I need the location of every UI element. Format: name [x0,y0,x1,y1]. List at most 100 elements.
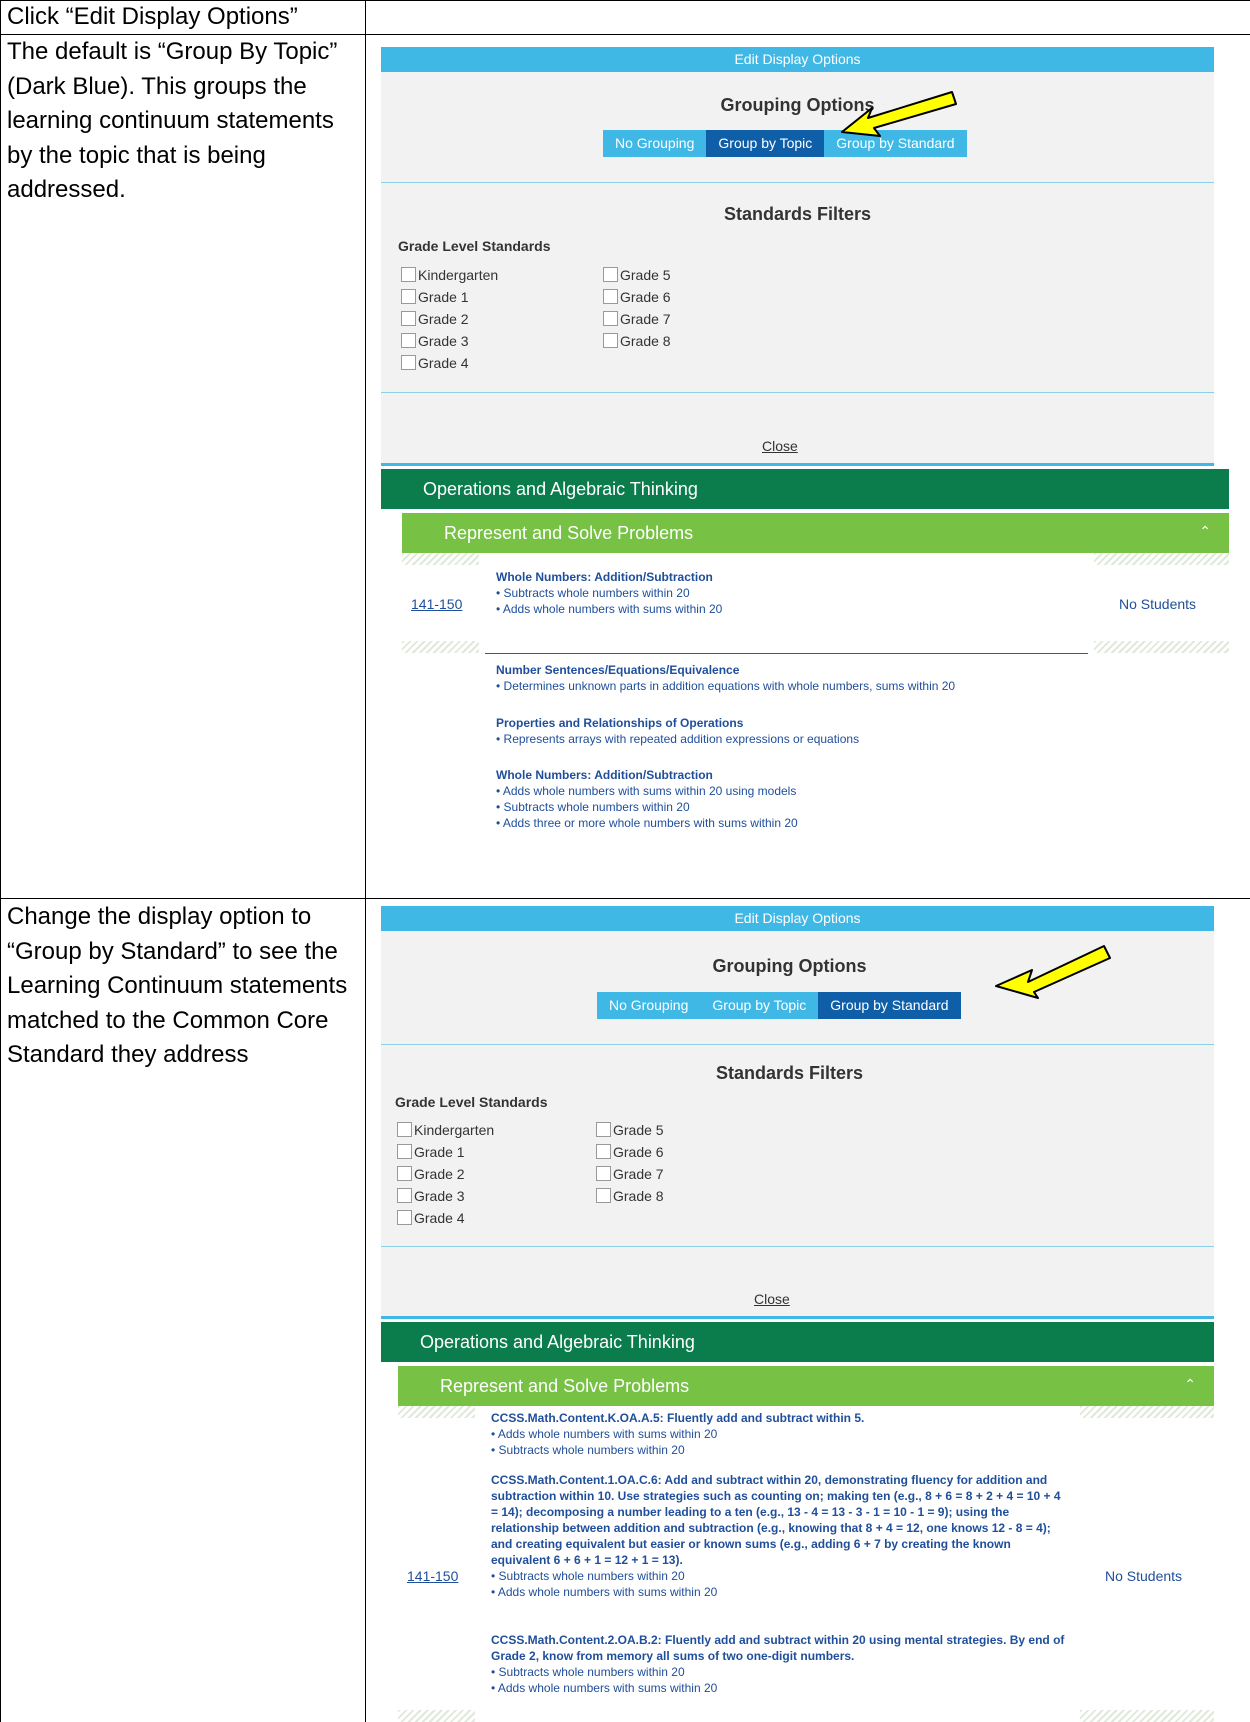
standard-block: CCSS.Math.Content.2.OA.B.2: Fluently add… [491,1632,1066,1696]
chevron-up-icon[interactable]: ⌃ [1199,523,1211,540]
divider [381,1246,1214,1247]
panel-title: Edit Display Options [381,906,1214,931]
no-students-label: No Students [1105,1568,1183,1584]
checkbox-grade-3[interactable]: Grade 3 [397,1186,465,1206]
hatch-decoration [1094,553,1229,565]
statement-item: • Subtracts whole numbers within 20 [491,1443,685,1457]
checkbox-grade-2[interactable]: Grade 2 [401,309,469,329]
divider [381,182,1214,183]
grade-level-label: Grade Level Standards [398,238,551,254]
topic-heading: Properties and Relationships of Operatio… [496,716,744,730]
grouping-no-grouping[interactable]: No Grouping [597,992,701,1019]
standard-block: CCSS.Math.Content.K.OA.A.5: Fluently add… [491,1410,1066,1458]
topic-block: Whole Numbers: Addition/Subtraction • Su… [496,569,722,617]
checkbox-grade-6[interactable]: Grade 6 [596,1142,664,1162]
standard-heading: CCSS.Math.Content.K.OA.A.5: Fluently add… [491,1411,865,1425]
checkbox-kindergarten[interactable]: Kindergarten [401,265,498,285]
checkbox-grade-5[interactable]: Grade 5 [596,1120,664,1140]
standard-heading: CCSS.Math.Content.1.OA.C.6: Add and subt… [491,1473,1061,1567]
checkbox-grade-8[interactable]: Grade 8 [603,331,671,351]
statement-item: • Subtracts whole numbers within 20 [491,1665,685,1679]
hatch-decoration [1080,1710,1214,1722]
domain-bar-label: Operations and Algebraic Thinking [420,1332,695,1352]
no-students-label: No Students [1119,596,1197,612]
statement-item: • Adds three or more whole numbers with … [496,816,798,830]
topic-heading: Number Sentences/Equations/Equivalence [496,663,740,677]
statement-item: • Represents arrays with repeated additi… [496,732,860,746]
statement-item: • Subtracts whole numbers within 20 [496,800,690,814]
table-row-divider [0,898,1250,899]
panel-bottom-border [381,463,1214,466]
standards-filters-title: Standards Filters [715,1063,864,1083]
hatch-decoration [1080,1406,1214,1418]
domain-bar[interactable]: Operations and Algebraic Thinking [381,1322,1214,1362]
domain-bar-label: Operations and Algebraic Thinking [423,479,698,499]
document-table: Click “Edit Display Options” The default… [0,0,1250,1722]
doc-header-text: Click “Edit Display Options” [7,3,298,30]
cluster-bar-label: Represent and Solve Problems [444,523,694,543]
statement-item: • Adds whole numbers with sums within 20 [491,1427,718,1441]
close-link[interactable]: Close [762,438,798,454]
cluster-bar-label: Represent and Solve Problems [440,1376,690,1396]
grouping-by-topic[interactable]: Group by Topic [706,130,825,157]
topic-block: Properties and Relationships of Operatio… [496,715,859,747]
hatch-decoration [398,1406,475,1418]
checkbox-grade-8[interactable]: Grade 8 [596,1186,664,1206]
checkbox-grade-4[interactable]: Grade 4 [397,1208,465,1228]
topic-block: Whole Numbers: Addition/Subtraction • Ad… [496,767,798,831]
table-border-left [0,0,1,1722]
statement-item: • Subtracts whole numbers within 20 [491,1569,685,1583]
range-column [402,653,479,844]
step1-instruction: The default is “Group By Topic” (Dark Bl… [7,38,338,203]
domain-bar[interactable]: Operations and Algebraic Thinking [381,469,1229,509]
panel-bottom-border [381,1316,1214,1319]
hatch-decoration [1094,641,1229,653]
checkbox-grade-1[interactable]: Grade 1 [397,1142,465,1162]
standards-filters-title: Standards Filters [723,204,872,224]
grouping-segmented-control: No Grouping Group by Topic Group by Stan… [597,992,961,1019]
statement-item: • Adds whole numbers with sums within 20 [491,1681,718,1695]
grouping-options-title: Grouping Options [720,95,875,115]
statement-item: • Adds whole numbers with sums within 20… [496,784,797,798]
checkbox-grade-6[interactable]: Grade 6 [603,287,671,307]
statement-item: • Adds whole numbers with sums within 20 [491,1585,718,1599]
cluster-bar[interactable]: Represent and Solve Problems ⌃ [398,1366,1214,1406]
grouping-by-topic[interactable]: Group by Topic [700,992,819,1019]
checkbox-grade-4[interactable]: Grade 4 [401,353,469,373]
topic-block: Number Sentences/Equations/Equivalence •… [496,662,955,694]
standard-block: CCSS.Math.Content.1.OA.C.6: Add and subt… [491,1472,1066,1600]
cluster-bar[interactable]: Represent and Solve Problems ⌃ [402,513,1229,553]
checkbox-grade-7[interactable]: Grade 7 [603,309,671,329]
checkbox-grade-1[interactable]: Grade 1 [401,287,469,307]
yellow-arrow-icon [841,91,957,137]
yellow-arrow-icon [995,945,1111,999]
close-link[interactable]: Close [754,1291,790,1307]
statement-item: • Subtracts whole numbers within 20 [496,586,690,600]
students-column [1094,653,1229,844]
score-range-link[interactable]: 141-150 [411,596,462,612]
score-range-link[interactable]: 141-150 [407,1568,458,1584]
topic-heading: Whole Numbers: Addition/Subtraction [496,768,713,782]
statement-item: • Determines unknown parts in addition e… [496,679,956,693]
grouping-no-grouping[interactable]: No Grouping [603,130,707,157]
table-column-divider [365,0,366,1722]
edit-display-options-panel: Edit Display Options Grouping Options No… [381,47,1214,464]
hatch-decoration [402,641,479,653]
hatch-decoration [398,1710,475,1722]
checkbox-grade-5[interactable]: Grade 5 [603,265,671,285]
chevron-up-icon[interactable]: ⌃ [1184,1376,1196,1393]
checkbox-kindergarten[interactable]: Kindergarten [397,1120,494,1140]
panel-title: Edit Display Options [381,47,1214,72]
divider [381,1044,1214,1045]
step2-instruction: Change the display option to “Group by S… [7,903,348,1068]
hatch-decoration [402,553,479,565]
checkbox-grade-7[interactable]: Grade 7 [596,1164,664,1184]
standard-heading: CCSS.Math.Content.2.OA.B.2: Fluently add… [491,1633,1065,1663]
statement-item: • Adds whole numbers with sums within 20 [496,602,723,616]
divider [381,392,1214,393]
checkbox-grade-2[interactable]: Grade 2 [397,1164,465,1184]
topic-heading: Whole Numbers: Addition/Subtraction [496,570,713,584]
checkbox-grade-3[interactable]: Grade 3 [401,331,469,351]
grouping-by-standard[interactable]: Group by Standard [818,992,961,1019]
grade-level-label: Grade Level Standards [395,1094,548,1110]
